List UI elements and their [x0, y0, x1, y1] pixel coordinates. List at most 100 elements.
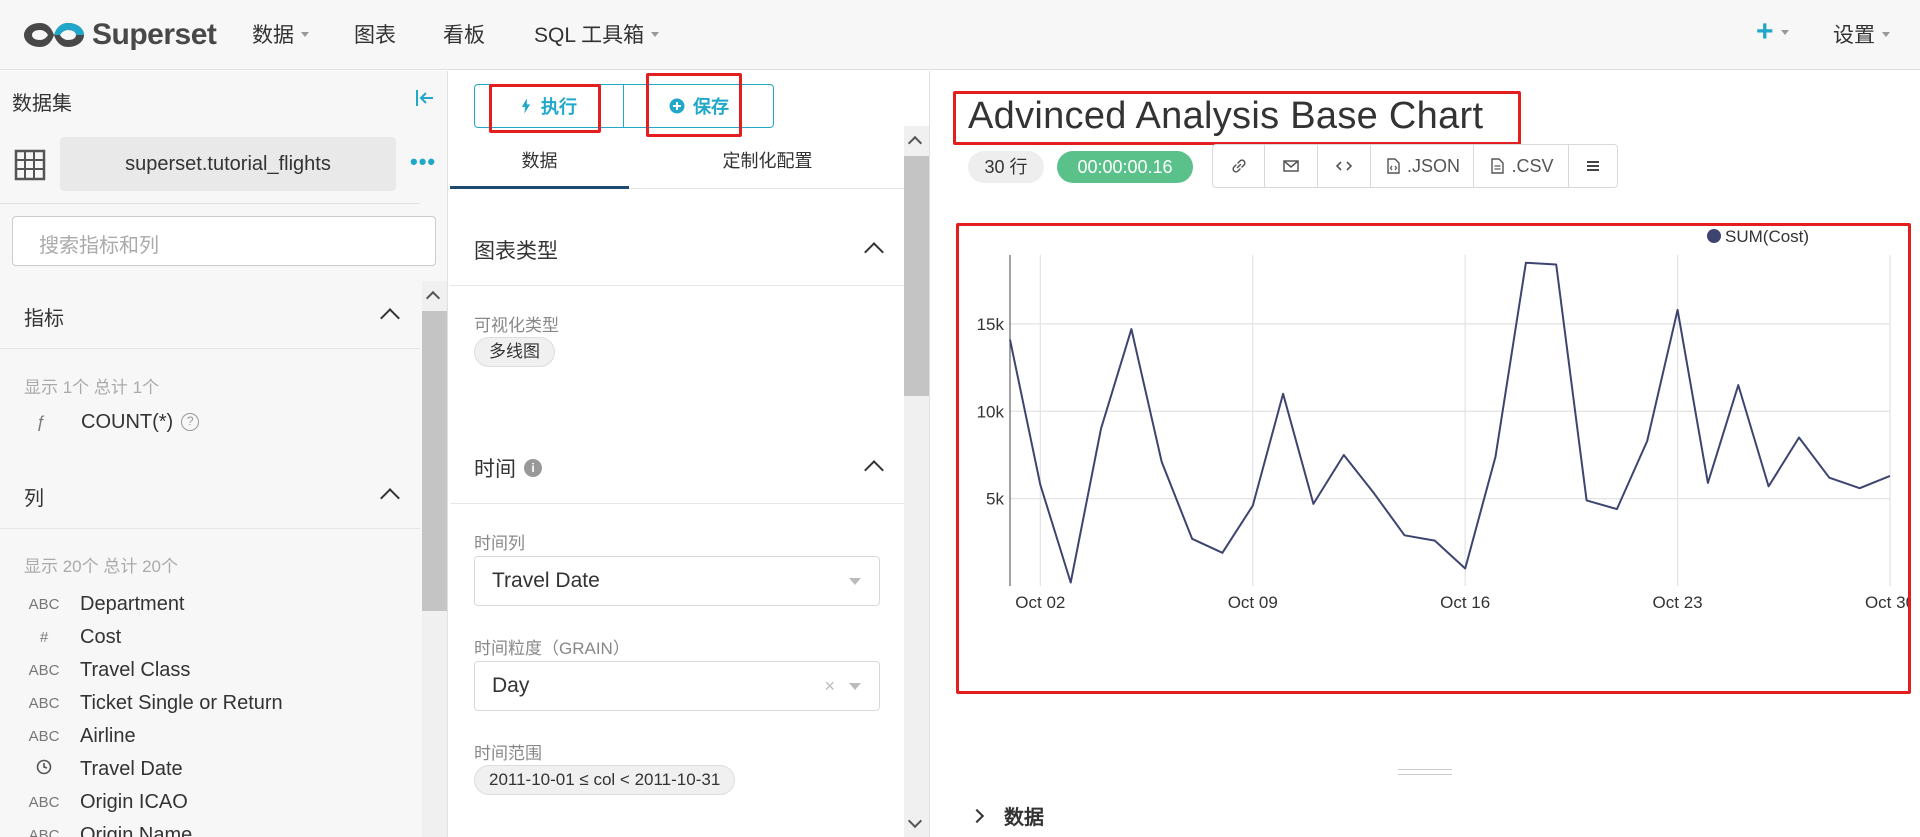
control-panel-scrollbar[interactable]	[904, 126, 929, 837]
legend-swatch	[1707, 229, 1721, 243]
time-grain-label: 时间粒度（GRAIN）	[474, 639, 630, 658]
viz-type-label: 可视化类型	[474, 316, 559, 335]
file-text-icon	[1491, 158, 1505, 174]
chart-actions: .JSON .CSV	[1212, 144, 1618, 188]
metric-name: COUNT(*)	[81, 410, 174, 433]
tab-customize[interactable]: 定制化配置	[629, 139, 906, 189]
nav-charts-label: 图表	[354, 24, 396, 47]
scrollbar-thumb[interactable]	[422, 311, 447, 611]
scroll-down-icon[interactable]	[907, 813, 923, 829]
clear-icon[interactable]: ×	[824, 662, 835, 710]
column-item[interactable]: ABC Origin ICAO	[24, 789, 188, 815]
export-csv-button[interactable]: .CSV	[1474, 145, 1569, 187]
save-button[interactable]: 保存	[625, 85, 773, 127]
time-range-label: 时间范围	[474, 744, 542, 763]
dataset-name[interactable]: superset.tutorial_flights	[60, 137, 396, 191]
x-tick-label: Oct 09	[1228, 593, 1278, 612]
scroll-up-icon[interactable]	[425, 290, 441, 306]
metrics-columns-search-input[interactable]: 搜索指标和列	[12, 216, 436, 266]
string-type-icon: ABC	[28, 793, 60, 811]
dataset-panel: 数据集 superset.tutorial_flights ••• 搜索指标和列…	[0, 71, 448, 837]
caret-down-icon	[849, 578, 861, 585]
chevron-up-icon[interactable]	[864, 242, 884, 262]
caret-down-icon	[301, 31, 309, 37]
scrollbar-thumb[interactable]	[904, 156, 929, 396]
line-chart-svg: 5k 10k 15k Oct 02 Oct 09 Oct 16 Oct 23 Oct 30 SU…	[977, 227, 1915, 612]
new-item-menu[interactable]: +	[1756, 17, 1789, 47]
chart-title[interactable]: Advinced Analysis Base Chart	[968, 95, 1483, 138]
nav-dashboards-label: 看板	[443, 24, 485, 47]
action-button-group: 执行 保存	[474, 84, 774, 128]
help-icon[interactable]: ?	[181, 413, 200, 431]
lightning-icon	[521, 98, 531, 114]
column-item[interactable]: ABC Ticket Single or Return	[24, 690, 283, 716]
tab-data[interactable]: 数据	[450, 139, 629, 189]
scroll-up-icon[interactable]	[907, 135, 923, 151]
chevron-up-icon[interactable]	[380, 488, 400, 508]
y-tick-label: 10k	[977, 402, 1005, 421]
info-icon[interactable]: i	[524, 459, 542, 477]
metrics-summary: 显示 1个 总计 1个	[24, 378, 160, 397]
dataset-panel-title: 数据集	[12, 93, 72, 115]
export-json-button[interactable]: .JSON	[1371, 145, 1474, 187]
column-name: Travel Date	[80, 757, 183, 780]
string-type-icon: ABC	[28, 661, 60, 679]
chevron-up-icon[interactable]	[380, 308, 400, 328]
run-button[interactable]: 执行	[475, 85, 624, 127]
copy-link-button[interactable]	[1213, 145, 1265, 187]
nav-dashboards[interactable]: 看板	[443, 19, 485, 49]
settings-label: 设置	[1833, 24, 1875, 47]
chart-type-section-heading[interactable]: 图表类型	[474, 235, 558, 265]
x-tick-label: Oct 23	[1653, 593, 1703, 612]
link-icon	[1231, 159, 1246, 173]
nav-charts[interactable]: 图表	[354, 19, 396, 49]
data-section-toggle[interactable]: 数据	[969, 801, 1044, 830]
embed-code-button[interactable]	[1318, 145, 1371, 187]
viz-type-selector[interactable]: 多线图	[474, 337, 555, 367]
time-grain-select[interactable]: Day ×	[474, 661, 880, 711]
caret-down-icon	[651, 31, 660, 37]
column-item[interactable]: ABC Origin Name	[24, 822, 193, 837]
chevron-up-icon[interactable]	[864, 460, 884, 480]
column-item[interactable]: Travel Date	[24, 756, 183, 782]
brand-logo[interactable]: Superset	[22, 12, 217, 58]
nav-data-menu[interactable]: 数据	[252, 19, 309, 49]
query-time-badge: 00:00:00.16	[1057, 151, 1193, 183]
share-email-button[interactable]	[1265, 145, 1318, 187]
nav-sql-menu[interactable]: SQL 工具箱	[534, 19, 660, 49]
column-item[interactable]: ABC Travel Class	[24, 657, 191, 683]
numeric-type-icon: #	[39, 628, 49, 646]
more-options-icon[interactable]: •••	[410, 149, 436, 175]
caret-down-icon	[1882, 31, 1890, 37]
time-column-select[interactable]: Travel Date	[474, 556, 880, 606]
series-line	[1009, 261, 1891, 584]
time-range-selector[interactable]: 2011-10-01 ≤ col < 2011-10-31	[474, 765, 736, 795]
column-name: Cost	[80, 625, 122, 648]
caret-down-icon	[1780, 29, 1789, 35]
collapse-panel-icon[interactable]	[412, 85, 438, 111]
column-item[interactable]: ABC Department	[24, 591, 185, 617]
resize-handle[interactable]	[1398, 769, 1452, 775]
brand-name: Superset	[92, 18, 217, 51]
metric-item[interactable]: ƒ COUNT(*) ?	[24, 409, 200, 435]
row-count-badge: 30 行	[968, 151, 1044, 183]
time-heading: 时间	[474, 458, 516, 481]
column-item[interactable]: # Cost	[24, 624, 121, 650]
plus-icon: +	[1756, 15, 1774, 48]
hamburger-icon	[1587, 161, 1599, 171]
line-chart[interactable]: 5k 10k 15k Oct 02 Oct 09 Oct 16 Oct 23 Oct 30 SU…	[958, 223, 1915, 693]
nav-sql-label: SQL 工具箱	[534, 24, 645, 47]
x-tick-label: Oct 02	[1015, 593, 1065, 612]
columns-section-heading[interactable]: 列	[24, 482, 44, 511]
metrics-section-heading[interactable]: 指标	[24, 302, 64, 331]
column-item[interactable]: ABC Airline	[24, 723, 136, 749]
export-json-label: .JSON	[1406, 155, 1460, 176]
settings-menu[interactable]: 设置	[1833, 19, 1890, 49]
export-csv-label: .CSV	[1511, 155, 1554, 176]
dataset-panel-scrollbar[interactable]	[422, 281, 447, 837]
x-tick-label: Oct 30	[1865, 593, 1910, 612]
time-section-heading[interactable]: 时间 i	[474, 453, 542, 483]
y-tick-label: 5k	[986, 490, 1004, 509]
divider	[0, 348, 420, 349]
more-actions-button[interactable]	[1569, 145, 1617, 187]
